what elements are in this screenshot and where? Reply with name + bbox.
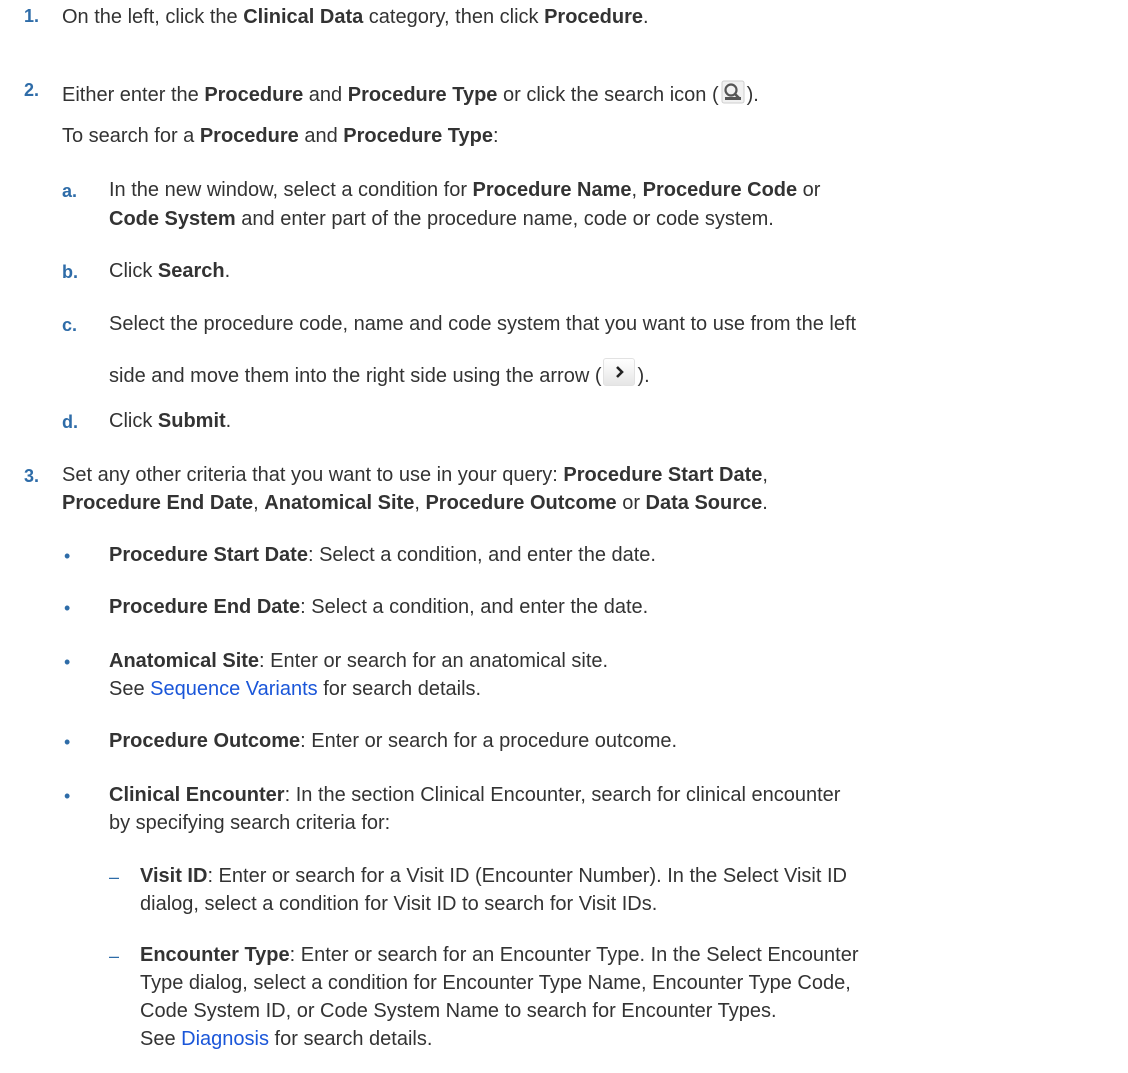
dash-text: Encounter Type: Enter or search for an E…	[140, 944, 859, 966]
chevron-right-icon	[603, 358, 636, 386]
see-also: See Sequence Variants for search details…	[109, 678, 482, 700]
bullet-marker: •	[64, 786, 71, 806]
bullet-text: Procedure Outcome: Enter or search for a…	[109, 730, 678, 752]
dash-marker: –	[109, 867, 120, 887]
bullet-marker: •	[64, 546, 71, 566]
dash-text: Type dialog, select a condition for Enco…	[140, 972, 851, 994]
dash-text: dialog, select a condition for Visit ID …	[140, 893, 658, 915]
bullet-text: Clinical Encounter: In the section Clini…	[109, 784, 841, 806]
substep-text: side and move them into the right side u…	[109, 358, 650, 388]
substep-text: Click Search.	[109, 260, 231, 282]
step-text: Set any other criteria that you want to …	[62, 464, 768, 486]
bullet-text: by specifying search criteria for:	[109, 812, 391, 834]
bullet-marker: •	[64, 732, 71, 752]
step-text: Either enter the Procedure and Procedure…	[62, 80, 759, 107]
bullet-marker: •	[64, 652, 71, 672]
search-icon	[721, 80, 745, 104]
substep-text: Code System and enter part of the proced…	[109, 208, 774, 230]
step-text: Procedure End Date, Anatomical Site, Pro…	[62, 492, 768, 514]
diagnosis-link[interactable]: Diagnosis	[181, 1028, 269, 1050]
sequence-variants-link[interactable]: Sequence Variants	[150, 678, 318, 700]
step-text: On the left, click the Clinical Data cat…	[62, 6, 649, 28]
substep-text: Select the procedure code, name and code…	[109, 313, 857, 335]
step-number: 3.	[24, 466, 40, 486]
substep-letter: b.	[62, 262, 78, 282]
see-also: See Diagnosis for search details.	[140, 1028, 433, 1050]
bullet-text: Procedure Start Date: Select a condition…	[109, 544, 656, 566]
bullet-text: Anatomical Site: Enter or search for an …	[109, 650, 609, 672]
dash-marker: –	[109, 946, 120, 966]
substep-letter: a.	[62, 181, 78, 201]
dash-text: Code System ID, or Code System Name to s…	[140, 1000, 777, 1022]
substep-text: Click Submit.	[109, 410, 232, 432]
substep-text: In the new window, select a condition fo…	[109, 179, 821, 201]
substep-letter: d.	[62, 412, 78, 432]
search-intro: To search for a Procedure and Procedure …	[62, 125, 499, 147]
step-number: 1.	[24, 6, 40, 26]
bullet-text: Procedure End Date: Select a condition, …	[109, 596, 649, 618]
dash-text: Visit ID: Enter or search for a Visit ID…	[140, 865, 847, 887]
step-number: 2.	[24, 80, 40, 100]
substep-letter: c.	[62, 315, 78, 335]
bullet-marker: •	[64, 598, 71, 618]
